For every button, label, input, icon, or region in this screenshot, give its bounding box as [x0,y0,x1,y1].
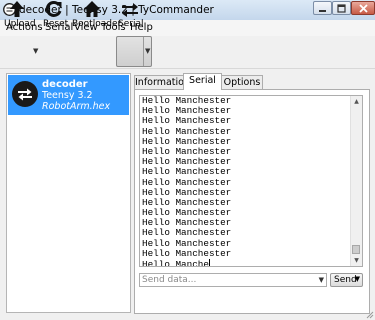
console-output: Hello Manchester Hello Manchester Hello Ma… [142,96,232,267]
scroll-down-icon[interactable]: ▼ [351,255,362,266]
console-scrollbar[interactable]: ▲ ▼ [350,96,362,266]
close-icon [358,4,368,13]
serial-label: Serial [118,19,144,29]
serial-console[interactable]: Hello Manchester Hello Manchester Hello Ma… [139,95,363,267]
board-name: decoder [42,79,88,90]
send-button[interactable]: Send ▼ [330,273,363,287]
maximize-icon [337,4,346,13]
maximize-button[interactable] [332,1,351,15]
send-dropdown-icon[interactable]: ▼ [355,275,360,283]
console-line: Hello Manchester [142,247,232,259]
reset-label: Reset [43,19,69,29]
board-model: Teensy 3.2 [42,90,93,101]
upload-dropdown-icon[interactable]: ▼ [33,47,38,55]
upload-label: Upload [4,19,36,29]
serial-swap-icon [12,81,38,107]
close-button[interactable] [351,1,375,15]
scrollbar-thumb[interactable] [352,245,360,254]
board-list-item[interactable]: decoder Teensy 3.2 RobotArm.hex [8,75,129,115]
tab-options[interactable]: Options [221,75,263,89]
send-button-label: Send [334,275,357,285]
home-icon [84,1,100,17]
text-caret [208,259,210,266]
minimize-button[interactable] [313,1,332,15]
send-data-combo[interactable]: ▼ [139,273,327,287]
bootloader-button[interactable]: Bootloader [72,0,122,31]
minimize-icon [319,10,326,12]
scroll-up-icon[interactable]: ▲ [351,96,362,107]
bootloader-label: Bootloader [72,19,122,29]
swap-arrows-icon [122,3,138,17]
serial-split-divider [143,37,144,66]
toolbar [0,36,375,69]
board-list: decoder Teensy 3.2 RobotArm.hex [6,73,131,313]
tab-serial[interactable]: Serial [183,73,222,90]
board-firmware: RobotArm.hex [42,101,111,112]
tab-information[interactable]: Information [134,75,190,89]
serial-button-content[interactable]: Serial [118,0,144,31]
send-data-input[interactable] [142,274,312,286]
combo-dropdown-icon[interactable]: ▼ [319,274,324,286]
refresh-icon [45,0,62,17]
console-line-partial: Hello Manche [142,259,231,267]
upload-button[interactable]: Upload [4,0,36,31]
upload-arrow-icon [10,1,24,17]
console-partial-text: Hello Manche [142,259,209,267]
serial-dropdown-icon[interactable]: ▼ [145,47,150,55]
console-line: Hello Manchester [142,166,232,178]
reset-button[interactable]: Reset [43,0,69,31]
app-window: decoder | Teensy 3.2 | TyCommander Actio… [0,0,375,320]
